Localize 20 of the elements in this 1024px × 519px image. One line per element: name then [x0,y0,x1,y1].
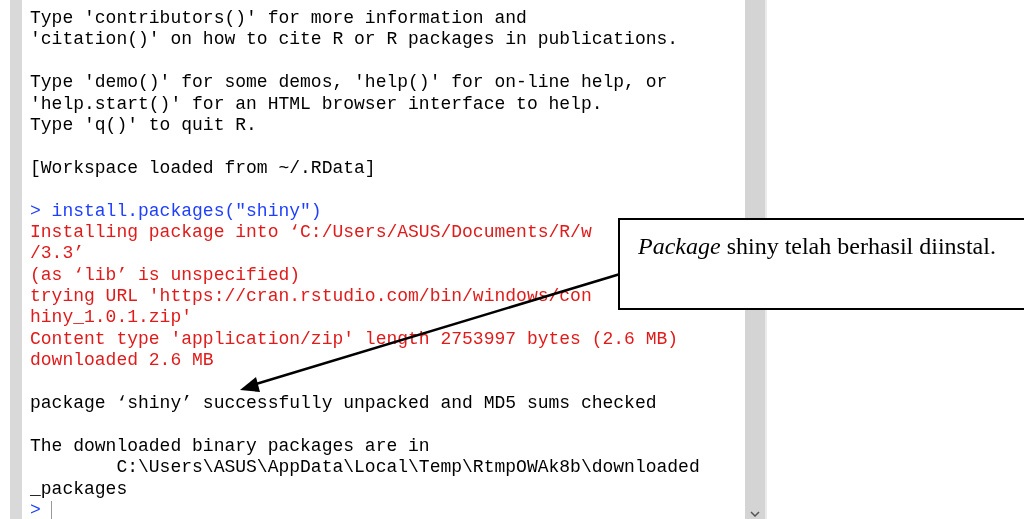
console-output: The downloaded binary packages are in [30,435,430,456]
console-output: Type 'contributors()' for more information and [30,8,527,28]
console-message: (as ‘lib’ is unspecified) [30,264,301,285]
console-message: /3.3’ [30,243,84,264]
console-output: package ‘shiny’ successfully unpacked and MD5 sums checked [30,393,657,414]
console-output: C:\Users\ASUS\AppData\Local\Temp\RtmpOWAk8b\downloaded [115,457,700,478]
console-output: _packages [30,478,128,499]
callout-tooltip: Package shiny telah berhasil diinstal. [618,218,1024,310]
prompt: > [30,500,41,519]
text-cursor [50,501,52,519]
console-message: Installing package into ‘C:/Users/ASUS/Documents/R/w [30,221,592,242]
console-message: downloaded 2.6 MB [30,350,214,371]
console-output: Type 'q()' to quit R. [30,114,257,135]
console-command: > install.packages("shiny") [30,200,322,221]
console-output: 'citation()' on how to cite R or R packages in publications. [30,29,679,50]
console-output: [Workspace loaded from ~/.RData] [30,157,376,178]
console-output: 'help.start()' for an HTML browser interface to help. [30,93,603,114]
scroll-down-icon[interactable] [750,511,760,517]
console-message: hiny_1.0.1.zip' [30,307,193,328]
console-output: Type 'demo()' for some demos, 'help()' for on-line help, or [30,72,668,93]
